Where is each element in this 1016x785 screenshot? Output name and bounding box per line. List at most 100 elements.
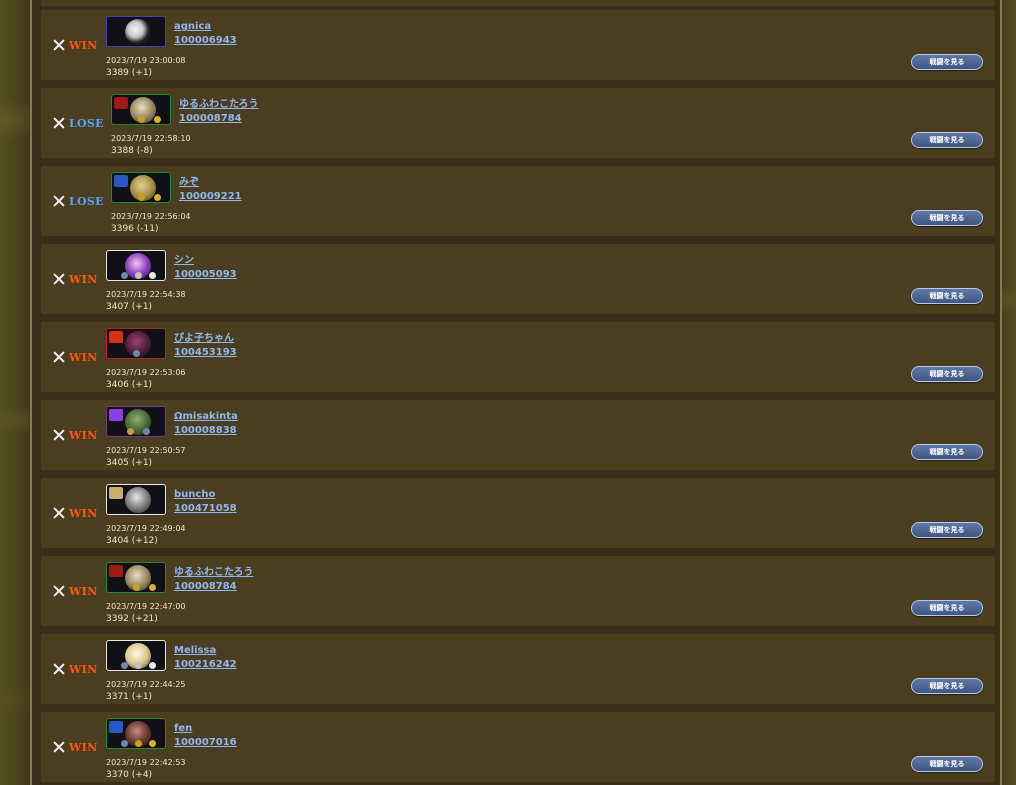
opponent-avatar[interactable] <box>106 640 166 671</box>
badge-icon <box>121 740 128 747</box>
opponent-avatar[interactable] <box>106 406 166 437</box>
badge-icon <box>133 350 140 357</box>
battle-datetime: 2023/7/19 22:49:04 <box>106 524 186 533</box>
badge-icon <box>121 272 128 279</box>
opponent-name-link[interactable]: ゆるふわこたろう <box>179 98 258 112</box>
opponent-info: buncho 100471058 <box>174 488 237 516</box>
emblem-icon <box>109 331 123 343</box>
result-indicator: WIN <box>53 740 97 754</box>
rating-change: 3389 (+1) <box>106 68 153 78</box>
opponent-name-link[interactable]: buncho <box>174 488 237 502</box>
rating-change: 3392 (+21) <box>106 614 158 624</box>
opponent-avatar[interactable] <box>111 172 171 203</box>
badge-icon <box>121 662 128 669</box>
opponent-id-link[interactable]: 100005093 <box>174 268 237 282</box>
badge-icon <box>133 584 140 591</box>
result-label: WIN <box>69 272 98 286</box>
opponent-id-link[interactable]: 100007016 <box>174 736 237 750</box>
opponent-info: agnica 100006943 <box>174 20 237 48</box>
badge-icon <box>138 116 145 123</box>
battle-meta: 2023/7/19 22:58:10 3388 (-8) <box>111 133 191 157</box>
opponent-info: みぞ 100009221 <box>179 176 242 204</box>
opponent-name-link[interactable]: シン <box>174 254 237 268</box>
opponent-id-link[interactable]: 100008784 <box>174 580 253 594</box>
watch-battle-button[interactable]: 戦闘を見る <box>911 132 983 148</box>
crossed-swords-icon <box>53 429 65 441</box>
opponent-id-link[interactable]: 100009221 <box>179 190 242 204</box>
crossed-swords-icon <box>53 117 65 129</box>
opponent-info: シン 100005093 <box>174 254 237 282</box>
result-label: WIN <box>69 584 98 598</box>
result-indicator: WIN <box>53 38 97 52</box>
battle-row: WIN buncho 100471058 2023/7/19 22:49:04 … <box>41 478 995 548</box>
result-label: WIN <box>69 506 98 520</box>
character-portrait <box>125 19 151 45</box>
opponent-name-link[interactable]: agnica <box>174 20 237 34</box>
result-label: LOSE <box>69 116 104 130</box>
battle-row: LOSE みぞ 100009221 2023/7/19 22:56:04 339… <box>41 166 995 236</box>
battle-datetime: 2023/7/19 22:54:38 <box>106 290 186 299</box>
watch-battle-button[interactable]: 戦闘を見る <box>911 54 983 70</box>
battle-datetime: 2023/7/19 22:44:25 <box>106 680 186 689</box>
result-indicator: WIN <box>53 506 97 520</box>
crossed-swords-icon <box>53 351 65 363</box>
badge-icon <box>135 740 142 747</box>
opponent-name-link[interactable]: ゆるふわこたろう <box>174 566 253 580</box>
watch-battle-button[interactable]: 戦闘を見る <box>911 522 983 538</box>
opponent-id-link[interactable]: 100453193 <box>174 346 237 360</box>
result-label: WIN <box>69 428 98 442</box>
battle-row: WIN シン 100005093 2023/7/19 22:54:38 3407… <box>41 244 995 314</box>
rating-change: 3396 (-11) <box>111 224 159 234</box>
opponent-id-link[interactable]: 100008838 <box>174 424 238 438</box>
battle-datetime: 2023/7/19 22:42:53 <box>106 758 186 767</box>
watch-battle-button[interactable]: 戦闘を見る <box>911 678 983 694</box>
badge-icon <box>149 662 156 669</box>
opponent-name-link[interactable]: みぞ <box>179 176 242 190</box>
opponent-name-link[interactable]: ぴよ子ちゃん <box>174 332 237 346</box>
rating-change: 3405 (+1) <box>106 458 153 468</box>
opponent-id-link[interactable]: 100216242 <box>174 658 237 672</box>
result-indicator: WIN <box>53 272 97 286</box>
emblem-icon <box>109 721 123 733</box>
watch-battle-button[interactable]: 戦闘を見る <box>911 444 983 460</box>
opponent-avatar[interactable] <box>106 250 166 281</box>
opponent-avatar[interactable] <box>106 484 166 515</box>
crossed-swords-icon <box>53 663 65 675</box>
opponent-info: ゆるふわこたろう 100008784 <box>179 98 258 126</box>
opponent-id-link[interactable]: 100471058 <box>174 502 237 516</box>
battle-row: WIN Melissa 100216242 2023/7/19 22:44:25… <box>41 634 995 704</box>
opponent-name-link[interactable]: Melissa <box>174 644 237 658</box>
opponent-info: ぴよ子ちゃん 100453193 <box>174 332 237 360</box>
rating-change: 3407 (+1) <box>106 302 153 312</box>
opponent-avatar[interactable] <box>106 16 166 47</box>
rating-change: 3406 (+1) <box>106 380 153 390</box>
badge-icon <box>143 428 150 435</box>
opponent-avatar[interactable] <box>106 328 166 359</box>
opponent-info: ゆるふわこたろう 100008784 <box>174 566 253 594</box>
opponent-id-link[interactable]: 100008784 <box>179 112 258 126</box>
watch-battle-button[interactable]: 戦闘を見る <box>911 288 983 304</box>
opponent-avatar[interactable] <box>111 94 171 125</box>
watch-battle-button[interactable]: 戦闘を見る <box>911 600 983 616</box>
opponent-id-link[interactable]: 100006943 <box>174 34 237 48</box>
opponent-name-link[interactable]: fen <box>174 722 237 736</box>
badge-icon <box>127 428 134 435</box>
crossed-swords-icon <box>53 195 65 207</box>
badge-icon <box>154 194 161 201</box>
crossed-swords-icon <box>53 741 65 753</box>
battle-list: WIN agnica 100006943 2023/7/19 23:00:08 … <box>41 10 995 785</box>
watch-battle-button[interactable]: 戦闘を見る <box>911 366 983 382</box>
badge-icon <box>135 272 142 279</box>
emblem-icon <box>109 565 123 577</box>
battle-row: WIN ゆるふわこたろう 100008784 2023/7/19 22:47:0… <box>41 556 995 626</box>
battle-meta: 2023/7/19 22:44:25 3371 (+1) <box>106 679 186 703</box>
opponent-avatar[interactable] <box>106 562 166 593</box>
opponent-name-link[interactable]: Ωmisakinta <box>174 410 238 424</box>
badge-icon <box>149 272 156 279</box>
opponent-info: fen 100007016 <box>174 722 237 750</box>
result-indicator: LOSE <box>53 194 104 208</box>
watch-battle-button[interactable]: 戦闘を見る <box>911 756 983 772</box>
watch-battle-button[interactable]: 戦闘を見る <box>911 210 983 226</box>
opponent-avatar[interactable] <box>106 718 166 749</box>
battle-datetime: 2023/7/19 22:47:00 <box>106 602 186 611</box>
